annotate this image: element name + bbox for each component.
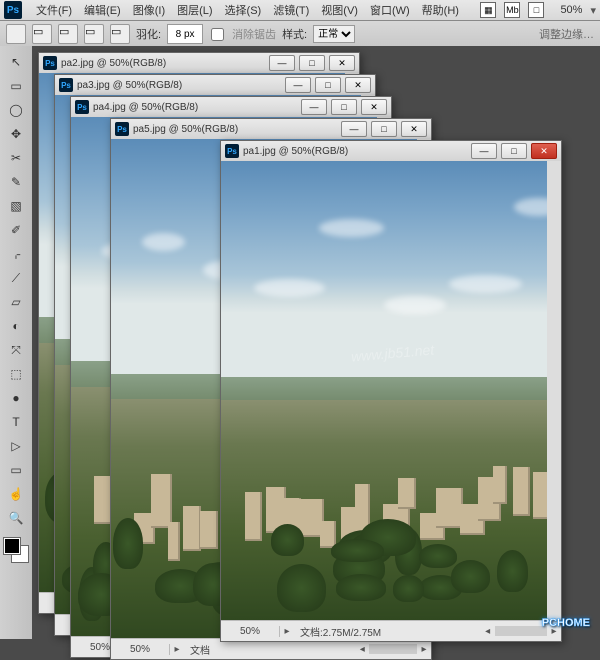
marquee-add-icon[interactable]: ▭	[58, 24, 78, 44]
h-scrollbar[interactable]	[369, 644, 417, 654]
scroll-left-icon[interactable]: ◂	[481, 626, 495, 637]
v-scrollbar[interactable]	[547, 161, 561, 621]
tool-7[interactable]: ✐	[5, 219, 27, 241]
menu-图像I[interactable]: 图像(I)	[127, 0, 171, 20]
tool-17[interactable]: ▭	[5, 459, 27, 481]
tool-1[interactable]: ▭	[5, 75, 27, 97]
minimize-button[interactable]: —	[471, 143, 497, 159]
zoom-field[interactable]: 50%	[221, 626, 280, 637]
tool-8[interactable]: ⌌	[5, 243, 27, 265]
menu-图层L[interactable]: 图层(L)	[171, 0, 218, 20]
minimize-button[interactable]: —	[301, 99, 327, 115]
menu-编辑E[interactable]: 编辑(E)	[78, 0, 127, 20]
close-button[interactable]: ✕	[329, 55, 355, 71]
doc-title: pa1.jpg @ 50%(RGB/8)	[243, 146, 467, 157]
menu-滤镜T[interactable]: 滤镜(T)	[267, 0, 315, 20]
doc-title: pa3.jpg @ 50%(RGB/8)	[77, 80, 281, 91]
doc-title: pa5.jpg @ 50%(RGB/8)	[133, 124, 337, 135]
tool-5[interactable]: ✎	[5, 171, 27, 193]
scroll-left-icon[interactable]: ◂	[355, 644, 369, 655]
layout-icon-1[interactable]: ▦	[480, 2, 496, 18]
tool-0[interactable]: ↖	[5, 51, 27, 73]
zoom-field[interactable]: 50%	[111, 644, 170, 655]
style-select[interactable]: 正常	[313, 25, 355, 43]
status-info: 文档	[184, 642, 355, 657]
tool-15[interactable]: T	[5, 411, 27, 433]
minimize-button[interactable]: —	[269, 55, 295, 71]
zoom-menu-icon[interactable]: ▸	[280, 626, 294, 637]
tool-10[interactable]: ▱	[5, 291, 27, 313]
tool-16[interactable]: ▷	[5, 435, 27, 457]
maximize-button[interactable]: □	[315, 77, 341, 93]
tool-9[interactable]: ⟋	[5, 267, 27, 289]
tool-12[interactable]: ⤧	[5, 339, 27, 361]
doc-logo-icon: Ps	[43, 56, 57, 70]
close-button[interactable]: ✕	[361, 99, 387, 115]
color-swatch[interactable]	[4, 538, 28, 562]
close-button[interactable]: ✕	[531, 143, 557, 159]
tool-11[interactable]: ◐	[5, 315, 27, 337]
tool-preset-icon[interactable]	[6, 24, 26, 44]
doc-title: pa4.jpg @ 50%(RGB/8)	[93, 102, 297, 113]
tool-3[interactable]: ✥	[5, 123, 27, 145]
layout-icon-2[interactable]: Mb	[504, 2, 520, 18]
scroll-right-icon[interactable]: ▸	[417, 644, 431, 655]
h-scrollbar[interactable]	[495, 626, 547, 636]
close-button[interactable]: ✕	[401, 121, 427, 137]
zoom-menu-icon[interactable]: ▸	[170, 644, 184, 655]
feather-input[interactable]	[167, 24, 203, 44]
maximize-button[interactable]: □	[331, 99, 357, 115]
menu-选择S[interactable]: 选择(S)	[219, 0, 268, 20]
fg-color[interactable]	[4, 538, 20, 554]
pchome-watermark: PCHOME	[542, 617, 590, 629]
marquee-rect-icon[interactable]: ▭	[32, 24, 52, 44]
antialias-label: 消除锯齿	[232, 26, 276, 42]
marquee-int-icon[interactable]: ▭	[110, 24, 130, 44]
maximize-button[interactable]: □	[371, 121, 397, 137]
style-label: 样式:	[282, 26, 307, 42]
tool-18[interactable]: ☝	[5, 483, 27, 505]
doc-logo-icon: Ps	[225, 144, 239, 158]
tool-6[interactable]: ▧	[5, 195, 27, 217]
doc-logo-icon: Ps	[59, 78, 73, 92]
doc-logo-icon: Ps	[115, 122, 129, 136]
maximize-button[interactable]: □	[501, 143, 527, 159]
maximize-button[interactable]: □	[299, 55, 325, 71]
menu-文件F[interactable]: 文件(F)	[30, 0, 78, 20]
tool-4[interactable]: ✂	[5, 147, 27, 169]
zoom-readout: 50%	[560, 4, 582, 16]
minimize-button[interactable]: —	[341, 121, 367, 137]
layout-icon-3[interactable]: □	[528, 2, 544, 18]
tool-13[interactable]: ⬚	[5, 363, 27, 385]
doc-logo-icon: Ps	[75, 100, 89, 114]
feather-label: 羽化:	[136, 26, 161, 42]
refine-edge-button[interactable]: 调整边缘…	[539, 26, 594, 42]
menu-视图V[interactable]: 视图(V)	[315, 0, 364, 20]
zoom-dropdown-icon[interactable]: ▾	[590, 4, 596, 17]
tool-14[interactable]: ●	[5, 387, 27, 409]
minimize-button[interactable]: —	[285, 77, 311, 93]
document-window[interactable]: Ps pa1.jpg @ 50%(RGB/8) —□✕ www.jb51.net 50%…	[220, 140, 562, 642]
close-button[interactable]: ✕	[345, 77, 371, 93]
status-info: 文档:2.75M/2.75M	[294, 624, 481, 639]
doc-title: pa2.jpg @ 50%(RGB/8)	[61, 58, 265, 69]
canvas[interactable]: www.jb51.net	[221, 161, 547, 621]
antialias-checkbox[interactable]	[211, 28, 224, 41]
tool-19[interactable]: 🔍	[5, 507, 27, 529]
menu-帮助H[interactable]: 帮助(H)	[416, 0, 465, 20]
app-logo: Ps	[4, 1, 22, 19]
marquee-sub-icon[interactable]: ▭	[84, 24, 104, 44]
menu-窗口W[interactable]: 窗口(W)	[364, 0, 416, 20]
tool-2[interactable]: ◯	[5, 99, 27, 121]
